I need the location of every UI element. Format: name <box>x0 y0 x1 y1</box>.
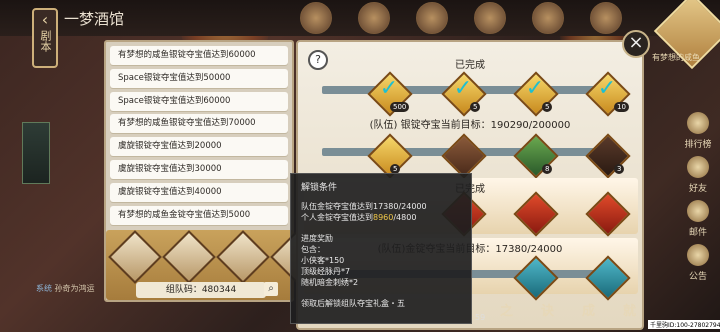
menu-notice[interactable]: 公告 <box>682 244 714 288</box>
check-icon: ✓ <box>453 76 473 101</box>
right-menu: 排行榜 好友 邮件 公告 <box>682 112 714 288</box>
tooltip-title: 解锁条件 <box>301 183 338 193</box>
menu-label: 公告 <box>688 272 707 282</box>
unlock-conditions-tooltip: 解锁条件 队伍金锭夺宝值达到17380/24000 个人金锭夺宝值达到8960/… <box>290 173 472 324</box>
reward-item: 随机暗金刺绣*2 <box>301 278 359 287</box>
team-silver-target: (队伍) 银锭夺宝当前目标：190290/200000 <box>369 120 571 131</box>
side-event-banner[interactable] <box>22 122 50 184</box>
bottom-nav: 之 诀 成 就 <box>500 300 636 319</box>
top-menu-icon[interactable] <box>416 2 448 34</box>
portrait-name: 有梦想的咸鱼 <box>652 53 700 62</box>
top-menu-icon[interactable] <box>532 2 564 34</box>
list-item: Space银锭夺宝值达到60000 <box>110 91 288 111</box>
menu-ranking[interactable]: 排行榜 <box>682 112 714 156</box>
list-item: Space银锭夺宝值达到50000 <box>110 68 288 88</box>
check-icon: ✓ <box>597 76 617 101</box>
menu-label: 好友 <box>688 184 707 194</box>
chevron-left-icon: ‹ <box>41 10 49 29</box>
notice-icon <box>687 244 709 266</box>
list-item: 虞旋银锭夺宝值达到40000 <box>110 182 288 202</box>
bottom-nav-item[interactable]: 就 <box>623 300 636 319</box>
reward-count: 10 <box>614 102 629 112</box>
menu-friends[interactable]: 好友 <box>682 156 714 200</box>
bottom-nav-item[interactable]: 之 <box>500 300 513 319</box>
system-text: 孙奇为鸿运 <box>54 284 95 293</box>
menu-label: 排行榜 <box>684 140 712 150</box>
condition-label: 个人金锭夺宝值达到 <box>301 213 373 222</box>
tooltip-line: 队伍金锭夺宝值达到17380/24000 <box>301 201 461 212</box>
list-item: 虞旋银锭夺宝值达到30000 <box>110 159 288 179</box>
list-item: 有梦想的咸鱼金锭夺宝值达到5000 <box>110 205 288 225</box>
tavern-title: 一梦酒馆 <box>64 10 125 28</box>
includes-label: 包含： <box>301 245 325 254</box>
reward-header: 进度奖励 <box>301 234 333 243</box>
condition-value: 17380/24000 <box>373 202 427 211</box>
chat-time: 59 <box>475 313 486 322</box>
search-icon[interactable]: ⌕ <box>264 282 278 296</box>
reward-count: 5 <box>470 102 481 112</box>
top-menu-icon[interactable] <box>358 2 390 34</box>
team-member-avatar[interactable] <box>216 230 270 284</box>
reward-count: 3 <box>614 164 625 174</box>
section-title-completed: 已完成 <box>455 60 485 71</box>
top-menu-icon[interactable] <box>590 2 622 34</box>
check-icon: ✓ <box>379 76 399 101</box>
reward-item: 小侠客*150 <box>301 256 345 265</box>
reward-item: 顶级经脉丹*7 <box>301 267 351 276</box>
top-menu-icon[interactable] <box>300 2 332 34</box>
reward-count: 5 <box>542 102 553 112</box>
reward-count: 500 <box>390 102 410 112</box>
tooltip-footer: 领取后解锁组队夺宝礼盒・五 <box>301 299 405 308</box>
team-member-avatar[interactable] <box>162 230 216 284</box>
team-member-avatar[interactable] <box>108 230 162 284</box>
list-item: 有梦想的咸鱼银锭夺宝值达到70000 <box>110 114 288 134</box>
condition-value-total: /4800 <box>393 213 417 222</box>
mail-icon <box>687 200 709 222</box>
top-menu-icon[interactable] <box>474 2 506 34</box>
top-icon-row <box>300 2 622 34</box>
list-item: 虞旋银锭夺宝值达到20000 <box>110 137 288 157</box>
system-tag: 系统 <box>36 284 52 293</box>
reward-node[interactable] <box>585 133 631 179</box>
ranking-icon <box>687 112 709 134</box>
bottom-nav-item[interactable]: 诀 <box>541 300 554 319</box>
team-box: 组队码：480344 ⌕ <box>106 230 324 300</box>
condition-label: 队伍金锭夺宝值达到 <box>301 202 373 211</box>
friends-icon <box>687 156 709 178</box>
menu-label: 邮件 <box>688 228 707 238</box>
back-label: 剧本 <box>39 30 52 52</box>
reward-count: 8 <box>542 164 553 174</box>
version-text: 千里驹ID:100-27802794_11092323 <box>648 320 720 329</box>
team-code: 组队码：480344 <box>136 282 266 298</box>
system-message: 系统 孙奇为鸿运 <box>36 283 95 294</box>
reward-node[interactable] <box>513 133 559 179</box>
locked-reward-node[interactable] <box>441 133 487 179</box>
bottom-nav-item[interactable]: 成 <box>582 300 595 319</box>
menu-mail[interactable]: 邮件 <box>682 200 714 244</box>
list-item: 有梦想的咸鱼银锭夺宝值达到60000 <box>110 46 288 65</box>
team-avatars <box>108 230 324 284</box>
check-icon: ✓ <box>525 76 545 101</box>
ranking-list: 有梦想的咸鱼银锭夺宝值达到60000 Space银锭夺宝值达到50000 Spa… <box>110 46 288 228</box>
back-button[interactable]: ‹ 剧本 <box>32 8 58 68</box>
tooltip-line: 个人金锭夺宝值达到8960/4800 <box>301 212 461 223</box>
condition-value-current: 8960 <box>373 213 394 222</box>
close-button[interactable]: × <box>622 30 650 58</box>
